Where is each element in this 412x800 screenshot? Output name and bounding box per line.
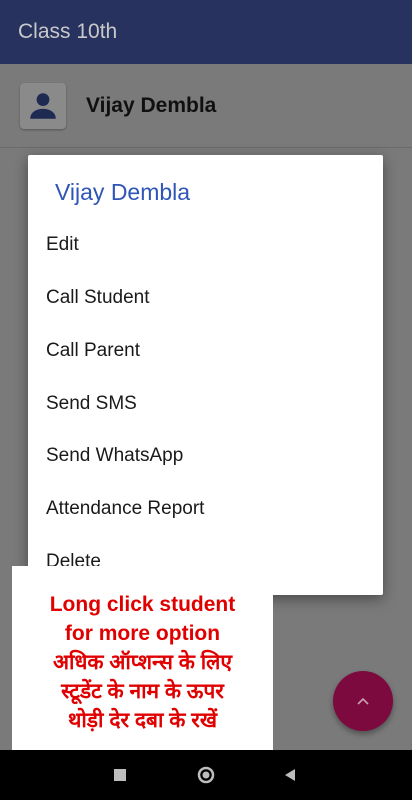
student-list-item[interactable]: Vijay Dembla [0,64,412,148]
app-bar: Class 10th [0,0,412,64]
square-icon [114,769,126,781]
menu-item-attendance-report[interactable]: Attendance Report [46,494,366,524]
menu-item-send-whatsapp[interactable]: Send WhatsApp [46,441,366,471]
person-icon [30,92,56,119]
dialog-title: Vijay Dembla [55,179,191,205]
banner-line: अधिक ऑप्शन्स के लिए [52,651,233,674]
instruction-banner: Long click student for more option अधिक … [12,566,273,755]
banner-line: स्टूडेंट के नाम के ऊपर [61,680,224,703]
chevron-up-icon [357,697,369,705]
home-button[interactable] [186,750,226,800]
triangle-back-icon [285,769,295,781]
menu-item-call-student[interactable]: Call Student [46,283,366,313]
banner-line: for more option [64,622,221,645]
menu-item-send-sms[interactable]: Send SMS [46,389,366,419]
menu-item-call-parent[interactable]: Call Parent [46,336,366,366]
avatar [20,82,66,129]
banner-line: Long click student [49,593,236,616]
system-nav-bar [0,750,412,800]
app-title: Class 10th [18,20,118,43]
circle-icon [197,766,215,784]
student-name: Vijay Dembla [86,93,217,117]
banner-line: थोड़ी देर दबा के रखें [67,709,218,732]
menu-item-edit[interactable]: Edit [46,230,366,260]
back-button[interactable] [270,750,310,800]
student-options-dialog: Vijay Dembla Edit Call Student Call Pare… [28,155,383,595]
scroll-up-button[interactable] [333,671,393,731]
recents-button[interactable] [100,750,140,800]
